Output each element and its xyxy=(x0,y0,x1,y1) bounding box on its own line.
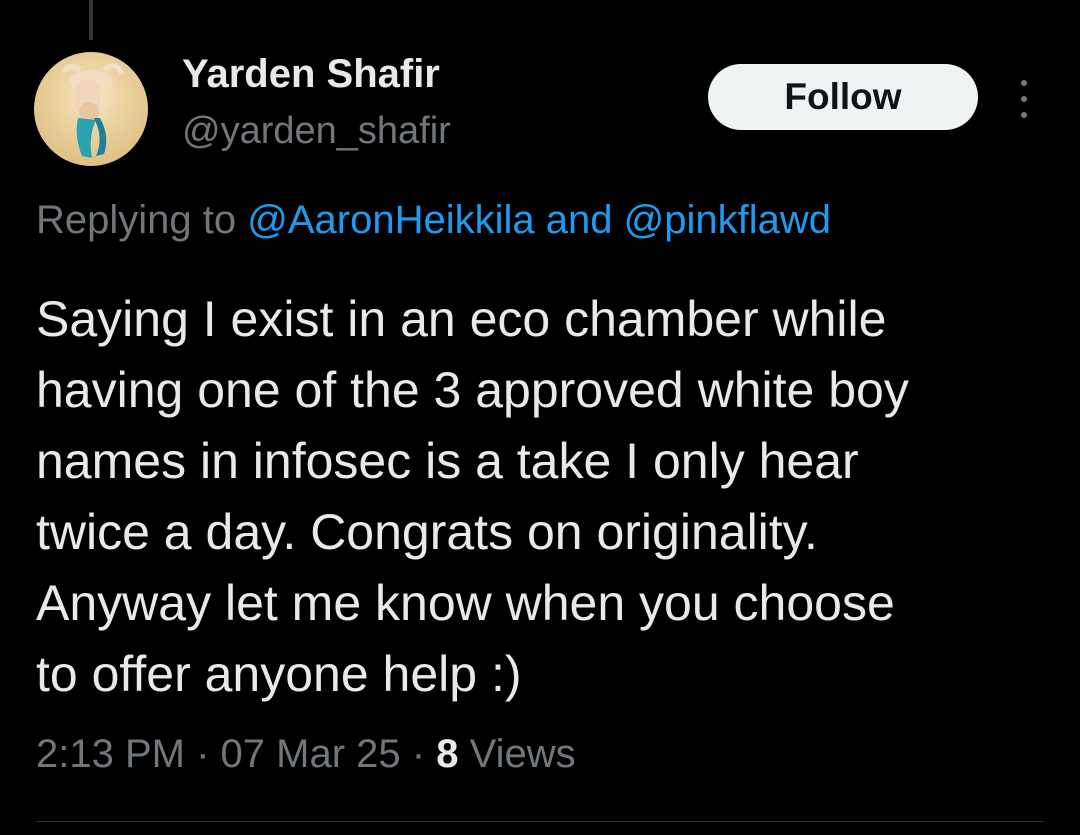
divider xyxy=(36,821,1044,822)
tweet-text-line: twice a day. Congrats on originality. xyxy=(36,504,818,560)
replying-to-conjunction: and xyxy=(545,198,613,242)
tweet-metadata: 2:13 PM · 07 Mar 25 · 8 Views xyxy=(36,732,576,777)
tweet-text-line: Anyway let me know when you choose xyxy=(36,575,895,631)
meta-separator: · xyxy=(196,732,210,776)
author-display-name[interactable]: Yarden Shafir xyxy=(182,52,440,97)
mention-pinkflawd-link[interactable]: @pinkflawd xyxy=(624,198,831,242)
tweet-text-line: having one of the 3 approved white boy xyxy=(36,362,909,418)
more-vertical-icon[interactable] xyxy=(1004,74,1044,124)
views-count: 8 xyxy=(436,732,459,776)
tweet-text-line: Saying I exist in an eco chamber while xyxy=(36,291,887,347)
thread-connector-line xyxy=(89,0,93,40)
views-label: Views xyxy=(469,732,576,776)
tweet-date[interactable]: 07 Mar 25 xyxy=(221,732,401,776)
author-handle[interactable]: @yarden_shafir xyxy=(182,110,451,153)
tweet-text-line: to offer anyone help :) xyxy=(36,646,522,702)
avatar-image xyxy=(61,63,125,158)
replying-to-line: Replying to @AaronHeikkila and @pinkflaw… xyxy=(36,198,831,243)
more-dot xyxy=(1021,112,1027,118)
tweet-text: Saying I exist in an eco chamber while h… xyxy=(36,284,1056,710)
meta-separator: · xyxy=(411,732,426,776)
follow-button[interactable]: Follow xyxy=(708,64,978,130)
tweet-text-line: names in infosec is a take I only hear xyxy=(36,433,859,489)
more-dot xyxy=(1021,80,1027,86)
tweet-time[interactable]: 2:13 PM xyxy=(36,732,185,776)
more-dot xyxy=(1021,96,1027,102)
avatar[interactable] xyxy=(34,52,148,166)
replying-to-label: Replying to xyxy=(36,198,237,242)
mention-aaronheikkila-link[interactable]: @AaronHeikkila xyxy=(247,198,534,242)
